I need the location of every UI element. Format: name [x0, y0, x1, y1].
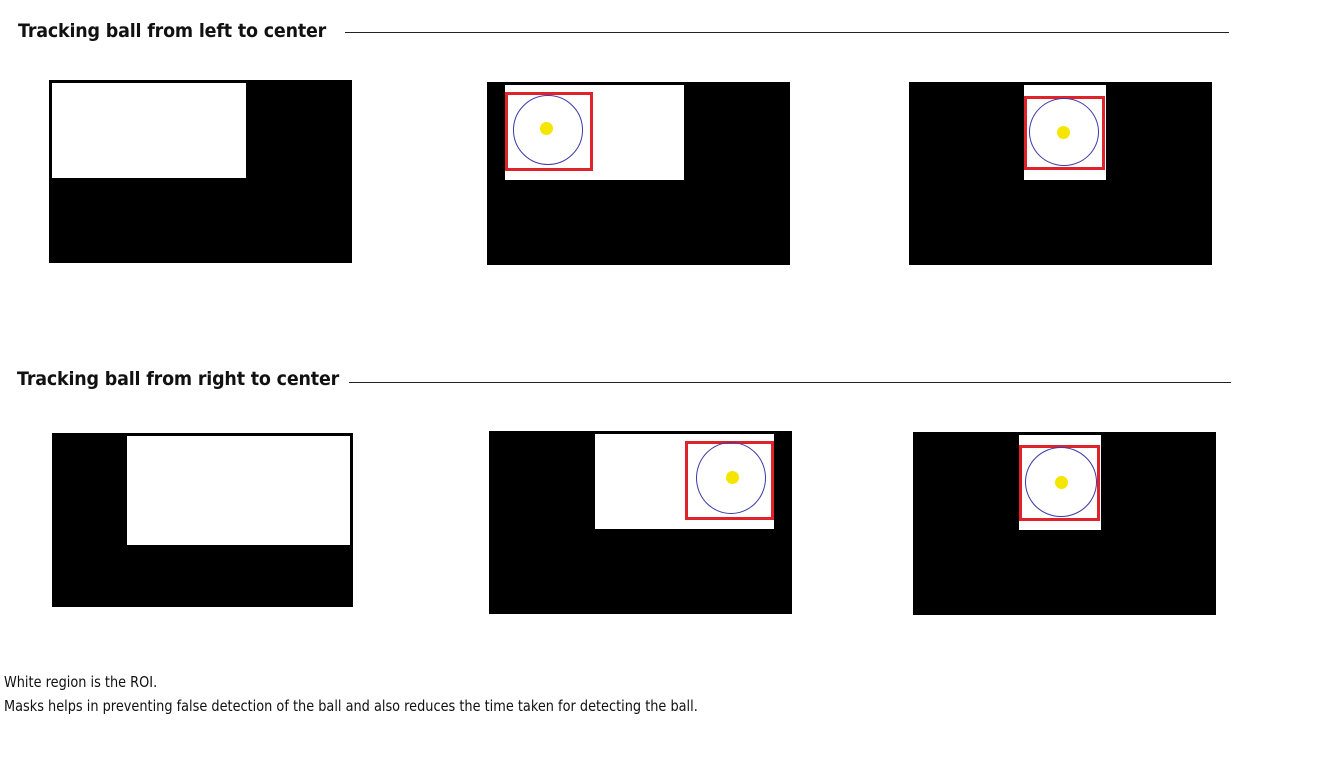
section-title-right-to-center: Tracking ball from right to center	[17, 368, 340, 390]
ball-center-dot	[1055, 476, 1068, 489]
roi-region	[127, 436, 350, 545]
ball-center-dot	[726, 471, 739, 484]
mask-frame	[913, 432, 1216, 615]
note-roi-explanation: White region is the ROI.	[4, 673, 158, 691]
mask-frame	[489, 431, 792, 614]
ball-center-dot	[1057, 126, 1070, 139]
mask-frame	[52, 433, 353, 607]
section-divider	[349, 382, 1231, 383]
mask-frame	[487, 82, 790, 265]
note-mask-benefit: Masks helps in preventing false detectio…	[4, 697, 698, 715]
roi-region	[52, 83, 246, 178]
mask-frame	[909, 82, 1212, 265]
section-divider	[345, 32, 1229, 33]
section-title-left-to-center: Tracking ball from left to center	[18, 20, 327, 42]
mask-frame	[49, 80, 352, 263]
ball-center-dot	[540, 122, 553, 135]
